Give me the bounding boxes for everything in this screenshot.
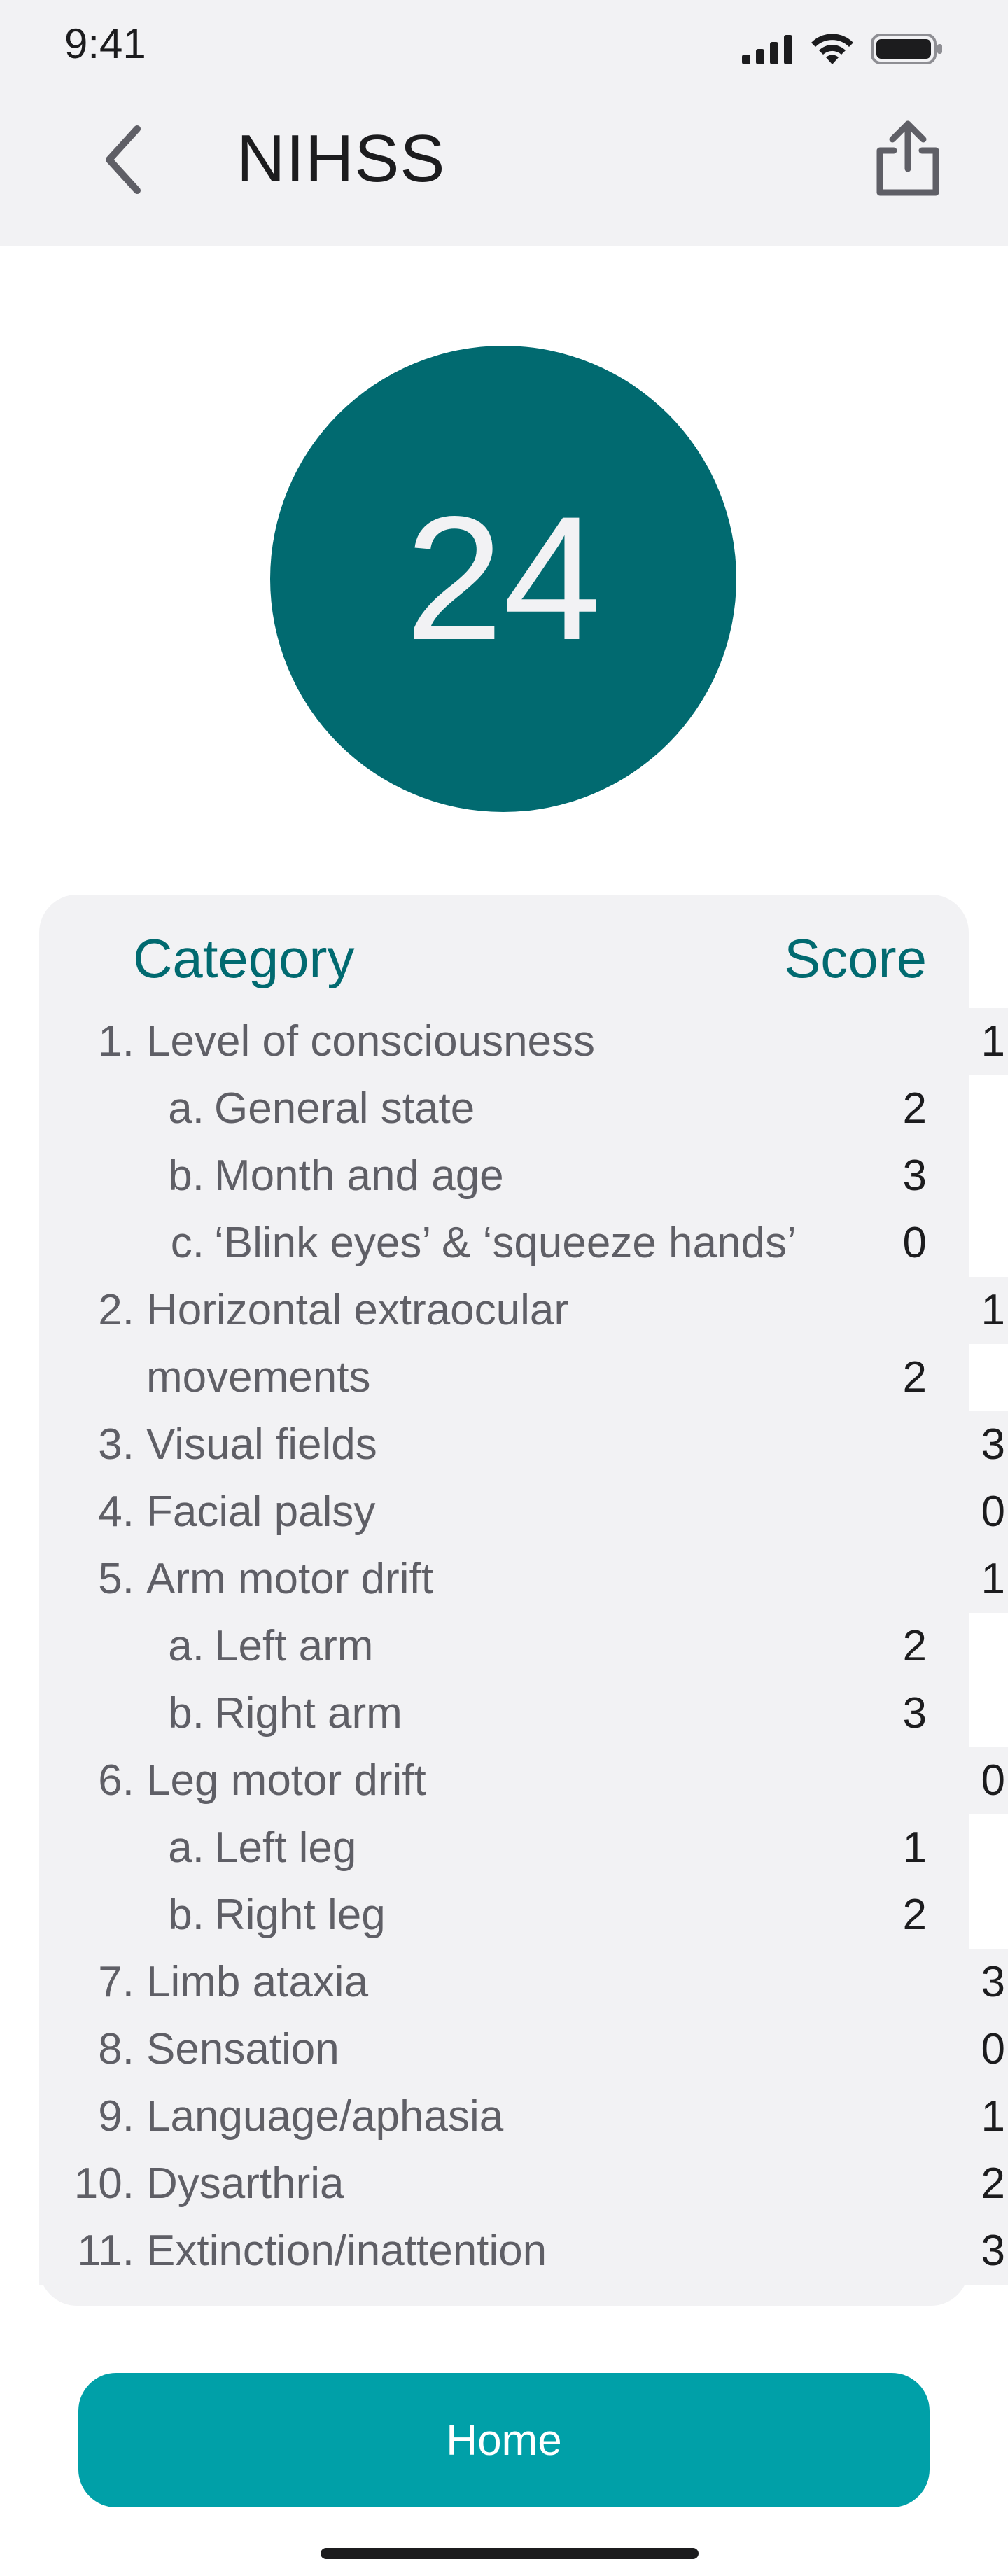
row-number: b. <box>168 1689 204 1737</box>
row-score: 0 <box>981 1488 1005 1536</box>
table-row: b. Right leg 2 <box>39 1882 969 1949</box>
row-category: Language/aphasia <box>146 2092 504 2141</box>
row-number: 4. <box>98 1488 134 1536</box>
row-number: 1. <box>98 1017 134 1065</box>
score-breakdown-card: Category Score 1. Level of consciousness 1… <box>39 895 1008 2306</box>
row-number: a. <box>168 1084 204 1133</box>
table-row: a. Left arm 2 <box>39 1613 969 1680</box>
home-button[interactable]: Home <box>78 2373 930 2507</box>
row-score: 3 <box>902 1689 927 1737</box>
row-number: b. <box>168 1891 204 1939</box>
row-category: Sensation <box>146 2025 340 2073</box>
row-score: 2 <box>902 1084 927 1133</box>
table-header: Category Score <box>39 895 969 1021</box>
row-number: b. <box>168 1152 204 1200</box>
row-category: Right leg <box>214 1891 386 1939</box>
status-icons <box>741 28 944 70</box>
table-row: 11. Extinction/inattention 3 <box>39 2218 1008 2285</box>
row-category: Left arm <box>214 1622 374 1670</box>
row-number: 8. <box>98 2025 134 2073</box>
row-score: 0 <box>981 1756 1005 1805</box>
row-category: Horizontal extraocular <box>146 1286 569 1334</box>
row-score: 1 <box>902 1823 927 1872</box>
table-row: 8. Sensation 0 <box>39 2016 1008 2083</box>
share-button[interactable] <box>867 118 949 200</box>
row-category: Dysarthria <box>146 2160 344 2208</box>
table-row: 4. Facial palsy 0 <box>39 1478 1008 1546</box>
row-score: 1 <box>981 1555 1005 1603</box>
total-score-circle: 24 <box>270 346 736 812</box>
row-category: Arm motor drift <box>146 1555 433 1603</box>
row-category: Visual fields <box>146 1420 377 1469</box>
table-row: 1. Level of consciousness 1 <box>39 1008 1008 1075</box>
row-score: 0 <box>902 1219 927 1267</box>
table-row: movements 2 <box>39 1344 969 1411</box>
page-title: NIHSS <box>237 121 446 196</box>
table-row: 3. Visual fields 3 <box>39 1411 1008 1478</box>
table-row: b. Month and age 3 <box>39 1142 969 1210</box>
table-row: b. Right arm 3 <box>39 1680 969 1747</box>
row-category: General state <box>214 1084 475 1133</box>
row-number: a. <box>168 1622 204 1670</box>
category-column-header: Category <box>133 927 355 989</box>
table-row: 10. Dysarthria 2 <box>39 2150 1008 2218</box>
battery-icon <box>871 34 942 64</box>
back-button[interactable] <box>91 116 155 203</box>
row-category: Extinction/inattention <box>146 2227 547 2275</box>
table-row: 5. Arm motor drift 1 <box>39 1546 1008 1613</box>
row-score: 2 <box>902 1622 927 1670</box>
row-category: movements <box>146 1353 371 1401</box>
row-score: 3 <box>981 1958 1005 2006</box>
row-category: Left leg <box>214 1823 357 1872</box>
row-number: 3. <box>98 1420 134 1469</box>
row-number: 9. <box>98 2092 134 2141</box>
header-area: 9:41 NIHSS <box>0 0 1008 246</box>
table-row: 7. Limb ataxia 3 <box>39 1949 1008 2016</box>
signal-icon <box>742 35 792 64</box>
row-number: 7. <box>98 1958 134 2006</box>
row-category: Facial palsy <box>146 1488 376 1536</box>
row-score: 1 <box>981 1286 1005 1334</box>
table-row: 2. Horizontal extraocular 1 <box>39 1277 1008 1344</box>
row-number: c. <box>170 1219 204 1267</box>
row-score: 2 <box>981 2160 1005 2208</box>
chevron-left-icon <box>106 125 141 194</box>
row-category: Leg motor drift <box>146 1756 426 1805</box>
row-score: 1 <box>981 1017 1005 1065</box>
row-score: 3 <box>981 1420 1005 1469</box>
row-category: Month and age <box>214 1152 504 1200</box>
row-number: 5. <box>98 1555 134 1603</box>
wifi-icon <box>811 34 853 64</box>
row-category: Level of consciousness <box>146 1017 596 1065</box>
row-score: 3 <box>981 2227 1005 2275</box>
row-category: Limb ataxia <box>146 1958 369 2006</box>
score-column-header: Score <box>784 927 927 989</box>
table-row: 6. Leg motor drift 0 <box>39 1747 1008 1814</box>
row-category: ‘Blink eyes’ & ‘squeeze hands’ <box>214 1219 797 1267</box>
total-score-value: 24 <box>405 480 602 677</box>
status-time: 9:41 <box>64 20 146 67</box>
home-indicator <box>321 2548 699 2559</box>
table-row: a. General state 2 <box>39 1075 969 1142</box>
table-rows: 1. Level of consciousness 1 a. General state… <box>39 1008 1008 2285</box>
row-number: 2. <box>98 1286 134 1334</box>
row-number: 10. <box>74 2160 134 2208</box>
table-row: 9. Language/aphasia 1 <box>39 2083 1008 2150</box>
row-score: 1 <box>981 2092 1005 2141</box>
row-score: 0 <box>981 2025 1005 2073</box>
row-number: a. <box>168 1823 204 1872</box>
row-score: 3 <box>902 1152 927 1200</box>
row-number: 11. <box>77 2227 134 2275</box>
table-row: c. ‘Blink eyes’ & ‘squeeze hands’ 0 <box>39 1210 969 1277</box>
row-number: 6. <box>98 1756 134 1805</box>
row-score: 2 <box>902 1353 927 1401</box>
row-score: 2 <box>902 1891 927 1939</box>
share-icon <box>876 120 939 196</box>
table-row: a. Left leg 1 <box>39 1814 969 1882</box>
row-category: Right arm <box>214 1689 402 1737</box>
